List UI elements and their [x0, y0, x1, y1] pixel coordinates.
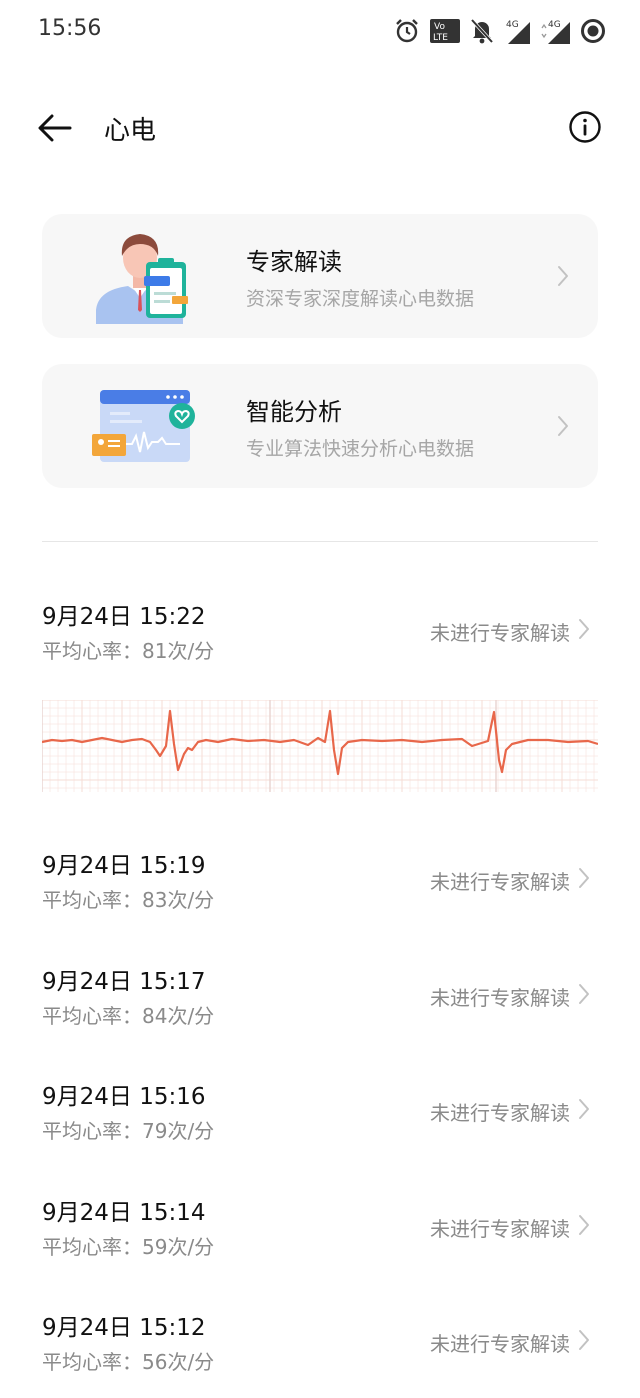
- volte-icon: Vo LTE: [430, 19, 460, 43]
- info-button[interactable]: [568, 110, 602, 144]
- record-date: 9月24日 15:22: [42, 604, 206, 630]
- ecg-record-item[interactable]: 9月24日 15:14 平均心率：59次/分 未进行专家解读: [0, 1193, 640, 1283]
- chevron-right-icon: [579, 1099, 589, 1119]
- record-heart-rate: 平均心率：83次/分: [42, 888, 215, 912]
- chevron-right-icon: [579, 619, 589, 639]
- chevron-right-icon: [558, 416, 568, 436]
- ecg-record-item[interactable]: 9月24日 15:17 平均心率：84次/分 未进行专家解读: [0, 962, 640, 1052]
- record-heart-rate: 平均心率：56次/分: [42, 1350, 215, 1374]
- expert-reading-card[interactable]: 专家解读 资深专家深度解读心电数据: [42, 214, 598, 338]
- record-status: 未进行专家解读: [430, 870, 570, 894]
- smart-analysis-card[interactable]: 智能分析 专业算法快速分析心电数据: [42, 364, 598, 488]
- svg-text:LTE: LTE: [433, 33, 448, 43]
- status-bar: 15:56 Vo LTE 4G 4G: [0, 0, 640, 62]
- svg-text:4G: 4G: [506, 20, 519, 30]
- status-icons: Vo LTE 4G 4G: [394, 16, 606, 46]
- card-title: 智能分析: [246, 398, 342, 426]
- chevron-right-icon: [579, 984, 589, 1004]
- record-heart-rate: 平均心率：59次/分: [42, 1235, 215, 1259]
- record-heart-rate: 平均心率：79次/分: [42, 1119, 215, 1143]
- title-bar: 心电: [0, 92, 640, 164]
- ecg-record-item[interactable]: 9月24日 15:16 平均心率：79次/分 未进行专家解读: [0, 1077, 640, 1167]
- info-icon: [569, 111, 601, 143]
- record-date: 9月24日 15:16: [42, 1084, 206, 1110]
- record-heart-rate: 平均心率：81次/分: [42, 639, 215, 663]
- signal-4g-icon: 4G: [506, 20, 530, 44]
- doctor-clipboard-illustration: [96, 234, 188, 324]
- record-date: 9月24日 15:17: [42, 969, 206, 995]
- record-status: 未进行专家解读: [430, 1332, 570, 1356]
- alarm-icon: [396, 19, 418, 43]
- ecg-record-item[interactable]: 9月24日 15:19 平均心率：83次/分 未进行专家解读: [0, 846, 640, 936]
- back-button[interactable]: [32, 106, 80, 150]
- chevron-right-icon: [579, 1215, 589, 1235]
- record-date: 9月24日 15:14: [42, 1200, 206, 1226]
- record-date: 9月24日 15:19: [42, 853, 206, 879]
- chevron-right-icon: [579, 1330, 589, 1350]
- divider: [42, 541, 598, 542]
- card-subtitle: 资深专家深度解读心电数据: [246, 288, 475, 310]
- record-status: 未进行专家解读: [430, 986, 570, 1010]
- record-status: 未进行专家解读: [430, 621, 570, 645]
- record-date: 9月24日 15:12: [42, 1315, 206, 1341]
- chevron-right-icon: [579, 868, 589, 888]
- back-arrow-icon: [38, 114, 72, 142]
- ecg-record-item[interactable]: 9月24日 15:22 平均心率：81次/分 未进行专家解读: [0, 597, 640, 687]
- ecg-waveform: [42, 700, 598, 792]
- ring-icon: [581, 19, 605, 43]
- card-subtitle: 专业算法快速分析心电数据: [246, 438, 475, 460]
- svg-text:4G: 4G: [548, 20, 561, 30]
- ecg-trace: [42, 709, 598, 776]
- smart-analysis-illustration: [92, 390, 195, 462]
- ecg-record-item[interactable]: 9月24日 15:12 平均心率：56次/分 未进行专家解读: [0, 1308, 640, 1398]
- signal-4g-icon: 4G: [541, 20, 570, 44]
- svg-text:Vo: Vo: [434, 22, 445, 32]
- record-status: 未进行专家解读: [430, 1217, 570, 1241]
- record-heart-rate: 平均心率：84次/分: [42, 1004, 215, 1028]
- bell-off-icon: [470, 18, 494, 44]
- status-time: 15:56: [38, 16, 102, 41]
- ecg-grid: [42, 700, 598, 792]
- record-status: 未进行专家解读: [430, 1101, 570, 1125]
- chevron-right-icon: [558, 266, 568, 286]
- page-title: 心电: [104, 116, 157, 146]
- card-title: 专家解读: [246, 248, 342, 276]
